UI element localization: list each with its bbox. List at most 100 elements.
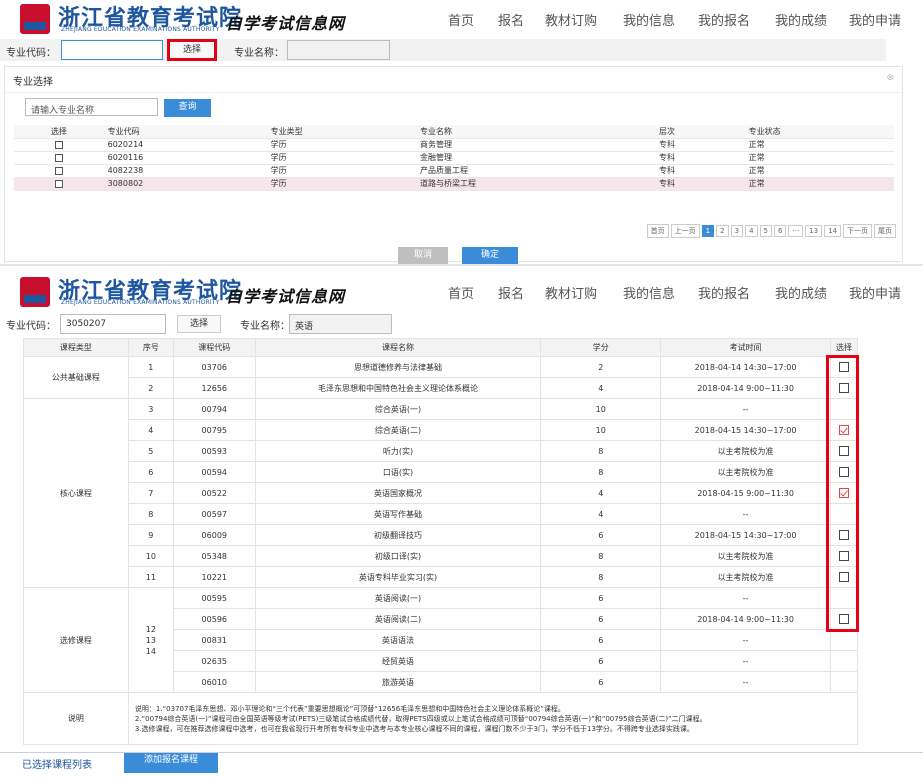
nav-item[interactable]: 我的成绩 xyxy=(775,283,827,302)
page-link[interactable]: 1 xyxy=(701,225,715,237)
page-link[interactable]: 13 xyxy=(805,225,823,237)
major-code-input[interactable] xyxy=(61,40,163,60)
add-course-button[interactable]: 添加报名课程 xyxy=(124,753,218,773)
table-row[interactable]: 3080802 学历 道路与桥梁工程 专科 正常 xyxy=(14,177,894,191)
nav-item[interactable]: 我的成绩 xyxy=(775,10,827,29)
course-name-cell: 听力(实) xyxy=(254,440,542,462)
nav-item[interactable]: 我的信息 xyxy=(623,283,675,302)
major-name-field xyxy=(287,40,390,60)
table-row[interactable]: 6020214 学历 商务管理 专科 正常 xyxy=(14,138,894,152)
column-header: 课程类型 xyxy=(23,338,129,357)
page-link[interactable]: 下一页 xyxy=(843,224,872,238)
nav-item[interactable]: 报名 xyxy=(498,283,524,302)
nav-item[interactable]: 我的报名 xyxy=(698,283,750,302)
page-link[interactable]: 首页 xyxy=(646,224,669,238)
major-name-field: 英语 xyxy=(289,314,392,334)
table-row[interactable]: 6020116 学历 金融管理 专科 正常 xyxy=(14,151,894,165)
credit-cell: 8 xyxy=(540,461,662,483)
nav-item[interactable]: 我的申请 xyxy=(849,10,901,29)
major-name-label: 专业名称： xyxy=(234,48,284,59)
note-row: 说明 说明：1.“03707毛泽东思想、邓小平理论和“三个代表”重要思想概论”可顶… xyxy=(23,692,859,745)
exam-time-cell: -- xyxy=(660,650,831,672)
table-cell: 金融管理 xyxy=(415,151,655,165)
credit-cell: 4 xyxy=(540,377,662,399)
table-cell: 专科 xyxy=(654,177,745,191)
page-link[interactable]: 2 xyxy=(716,225,729,237)
course-name-cell: 初级口译(实) xyxy=(254,545,542,567)
seq-cell: 1 xyxy=(127,356,174,378)
site-name: 自学考试信息网 xyxy=(226,14,346,33)
page-link[interactable]: 3 xyxy=(730,225,744,237)
credit-cell: 4 xyxy=(540,482,662,504)
row-checkbox[interactable] xyxy=(54,140,63,149)
nav-item[interactable]: 教材订购 xyxy=(545,283,597,302)
seq-cell: 4 xyxy=(127,419,174,441)
page-link[interactable]: 尾页 xyxy=(874,224,896,238)
nav-item[interactable]: 首页 xyxy=(448,283,474,302)
credit-cell: 6 xyxy=(540,650,662,672)
nav-item[interactable]: 教材订购 xyxy=(545,10,597,29)
nav-item[interactable]: 我的申请 xyxy=(849,283,901,302)
note-line: 2.“00794综合英语(一)”课程可由全国英语等级考试(PETS)三级笔试合格… xyxy=(134,714,707,723)
row-checkbox[interactable] xyxy=(54,166,63,175)
select-major-button[interactable]: 选择 xyxy=(177,315,221,333)
nav-item[interactable]: 我的信息 xyxy=(623,10,675,29)
note-line: 说明：1.“03707毛泽东思想、邓小平理论和“三个代表”重要思想概论”可顶替“… xyxy=(134,704,565,713)
page-link[interactable]: 5 xyxy=(759,225,772,237)
select-cell xyxy=(829,650,859,672)
course-code-cell: 03706 xyxy=(172,356,256,378)
cancel-button[interactable]: 取消 xyxy=(398,247,448,265)
course-type-cell: 选修课程 xyxy=(23,587,129,693)
page-link[interactable]: 4 xyxy=(745,225,758,237)
site-name: 自学考试信息网 xyxy=(226,287,346,306)
confirm-button[interactable]: 确定 xyxy=(462,247,518,265)
credit-cell: 10 xyxy=(540,398,662,420)
exam-time-cell: -- xyxy=(660,671,831,693)
table-cell: 6020116 xyxy=(103,151,267,165)
course-code-cell: 00522 xyxy=(172,482,256,504)
nav-item[interactable]: 首页 xyxy=(448,10,474,29)
seq-cell: 2 xyxy=(127,377,174,399)
course-code-cell: 00795 xyxy=(172,419,256,441)
selected-courses-bar: 已选择课程列表 添加报名课程 xyxy=(0,752,923,778)
table-cell: 学历 xyxy=(266,151,416,165)
major-search-input[interactable]: 请输入专业名称 xyxy=(25,98,158,116)
page-link[interactable]: 14 xyxy=(824,225,841,237)
table-row: 5 00593 听力(实) 8 以主考院校为准 xyxy=(24,440,859,462)
search-button[interactable]: 查询 xyxy=(164,99,211,117)
table-row[interactable]: 4082238 学历 产品质量工程 专科 正常 xyxy=(14,164,894,178)
table-row: 选修课程 12 13 14 00595 英语阅读(一) 6 -- xyxy=(23,587,859,693)
selected-list-label: 已选择课程列表 xyxy=(22,760,92,771)
page-link[interactable]: 上一页 xyxy=(670,224,700,238)
course-name-cell: 旅游英语 xyxy=(254,671,542,693)
credit-cell: 10 xyxy=(540,419,662,441)
table-row: 2 12656 毛泽东思想和中国特色社会主义理论体系概论 4 2018-04-14 9:… xyxy=(24,377,859,399)
nav-item[interactable]: 我的报名 xyxy=(698,10,750,29)
course-name-cell: 口语(实) xyxy=(254,461,542,483)
nav-item[interactable]: 报名 xyxy=(498,10,524,29)
column-header: 学分 xyxy=(540,338,662,357)
site-header-2: 浙江省教育考试院 ZHEJIANG EDUCATION EXAMINATIONS… xyxy=(0,273,923,311)
page-link[interactable]: ··· xyxy=(788,225,804,237)
column-header: 专业代码 xyxy=(103,125,267,139)
note-line: 3.选修课程，可在推荐选修课程中选考，也可在我省现行开考所有专科专业中选考与本专… xyxy=(134,724,694,733)
course-code-cell: 00594 xyxy=(172,461,256,483)
exam-time-cell: -- xyxy=(660,587,831,609)
table-cell: 专科 xyxy=(654,151,745,165)
row-checkbox[interactable] xyxy=(54,153,63,162)
page-link[interactable]: 6 xyxy=(774,225,787,237)
credit-cell: 8 xyxy=(540,545,662,567)
select-major-button[interactable]: 选择 xyxy=(167,39,217,61)
table-cell: 道路与桥梁工程 xyxy=(415,177,655,191)
row-checkbox[interactable] xyxy=(54,179,63,188)
course-code-cell: 00831 xyxy=(172,629,256,651)
column-header: 选择 xyxy=(14,125,104,139)
major-code-input[interactable]: 3050207 xyxy=(60,314,166,334)
table-cell: 学历 xyxy=(266,164,416,178)
close-icon[interactable]: ⊗ xyxy=(886,73,894,83)
seq-cell: 8 xyxy=(127,503,174,525)
credit-cell: 4 xyxy=(540,503,662,525)
column-header: 专业状态 xyxy=(744,125,894,139)
credit-cell: 6 xyxy=(540,608,662,630)
exam-time-cell: 以主考院校为准 xyxy=(660,566,831,588)
